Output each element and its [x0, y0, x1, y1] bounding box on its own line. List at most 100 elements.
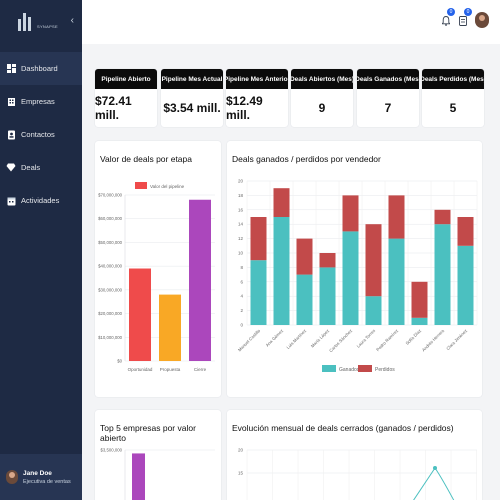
y-tick-label: 16: [238, 207, 244, 212]
y-tick-label: 15: [238, 471, 244, 476]
bar-ganados: [342, 231, 359, 325]
x-tick-label: Cierre: [194, 367, 207, 372]
kpi-value: $12.49 mill.: [226, 94, 263, 122]
bar-ganados: [296, 274, 313, 325]
dashboard-icon: [6, 64, 16, 74]
x-tick-label: Laura Torres: [356, 328, 377, 349]
legend-swatch: [135, 182, 147, 189]
x-tick-label: Pedro Ramírez: [375, 328, 399, 352]
bar-ganados: [388, 238, 405, 325]
bar-perdidos: [457, 217, 474, 246]
monthly-chart-card: Evolución mensual de deals cerrados (gan…: [227, 410, 482, 500]
y-tick-label: $20,000,000: [98, 311, 123, 316]
kpi-deals-ganados: Deals Ganados (Mes) 7: [357, 69, 419, 127]
x-tick-label: Propuesta: [160, 367, 181, 372]
kpi-value: 9: [318, 101, 326, 115]
bar-perdidos: [365, 224, 382, 297]
bar-perdidos: [342, 195, 359, 232]
bar-perdidos: [273, 188, 290, 217]
building-icon: [6, 97, 16, 107]
kpi-label: Deals Ganados (Mes): [357, 69, 419, 89]
collapse-sidebar-icon[interactable]: ‹: [71, 15, 74, 26]
bar-ganados: [434, 224, 451, 325]
bar-ganados: [250, 260, 267, 325]
legend-label-perdidos: Perdidos: [375, 367, 395, 373]
sidebar-item-label: Dashboard: [21, 64, 58, 73]
y-tick-label: $3,500,000: [100, 448, 122, 453]
y-tick-label: $40,000,000: [98, 264, 123, 269]
document-icon: [459, 16, 467, 26]
y-tick-label: 8: [240, 265, 243, 270]
y-tick-label: 12: [238, 236, 244, 241]
user-role: Ejecutiva de ventas: [23, 478, 71, 485]
kpi-pipeline-mes-anterior: Pipeline Mes Anterior $12.49 mill.: [226, 69, 288, 127]
y-tick-label: 10: [238, 251, 244, 256]
y-tick-label: $60,000,000: [98, 216, 123, 221]
x-tick-label: Manuel Castillo: [237, 328, 262, 353]
kpi-label: Pipeline Abierto: [95, 69, 157, 89]
kpi-deals-perdidos: Deals Perdidos (Mes) 5: [422, 69, 484, 127]
alerts-button[interactable]: 0: [459, 8, 472, 31]
sidebar-item-dashboard[interactable]: Dashboard: [0, 52, 82, 85]
x-tick-label: Andrés Herrera: [421, 328, 446, 353]
notifications-button[interactable]: 0: [441, 8, 455, 31]
legend-label-ganados: Ganados: [339, 367, 360, 373]
top-avatar[interactable]: [475, 12, 489, 28]
avatar: [6, 470, 18, 484]
x-tick-label: Luis Martínez: [285, 328, 307, 350]
kpi-label: Deals Perdidos (Mes): [422, 69, 484, 89]
bar-empresa-1: [132, 453, 145, 500]
bar-perdidos: [250, 217, 267, 261]
sidebar-item-empresas[interactable]: Empresas: [0, 85, 82, 118]
x-tick-label: Sofía Díaz: [404, 328, 422, 346]
seller-chart: 0 2 4 6 8 10 12 14 16 18 20 Manuel Castillo Ana Góme…: [237, 179, 478, 373]
bar-perdidos: [434, 209, 451, 225]
x-tick-label: Carlos Sánchez: [328, 328, 353, 353]
y-tick-label: 14: [238, 222, 244, 227]
kpi-label: Pipeline Mes Anterior: [226, 69, 288, 89]
calendar-icon: [6, 196, 16, 206]
y-tick-label: $0: [117, 359, 122, 364]
x-tick-label: Oportunidad: [128, 367, 153, 372]
diamond-icon: [6, 163, 16, 173]
bar-perdidos: [411, 281, 428, 318]
y-tick-label: $30,000,000: [98, 287, 123, 292]
y-tick-label: 20: [238, 448, 244, 453]
sidebar-item-deals[interactable]: Deals: [0, 151, 82, 184]
kpi-value: $72.41 mill.: [95, 94, 132, 122]
kpi-value: 7: [384, 101, 392, 115]
x-tick-label: María López: [310, 328, 330, 348]
contact-card-icon: [6, 130, 16, 140]
bar-propuesta: [159, 294, 181, 361]
kpi-label: Pipeline Mes Actual: [161, 69, 223, 89]
sidebar-item-actividades[interactable]: Actividades: [0, 184, 82, 217]
brand-logo-icon: [18, 13, 34, 31]
y-tick-label: $10,000,000: [98, 335, 123, 340]
y-tick-label: 18: [238, 193, 244, 198]
bar-ganados: [365, 296, 382, 325]
legend-swatch-perdidos: [358, 365, 372, 372]
y-tick-label: $70,000,000: [98, 193, 123, 198]
y-tick-label: 20: [238, 179, 244, 184]
x-tick-label: Clara Jiménez: [445, 328, 468, 351]
bar-cierre: [189, 199, 211, 361]
y-tick-label: 0: [240, 323, 243, 328]
stage-chart-card: Valor de deals por etapa Valor del pipel…: [95, 141, 221, 397]
y-tick-label: 4: [240, 294, 243, 299]
user-name: Jane Doe: [23, 469, 52, 477]
user-profile[interactable]: Jane Doe Ejecutiva de ventas: [0, 454, 82, 500]
stage-chart: Valor del pipeline $0 $10,000,000 $20,000,0…: [98, 182, 215, 372]
alerts-badge: 0: [464, 8, 472, 16]
y-tick-label: 6: [240, 279, 243, 284]
bell-icon: [441, 16, 451, 26]
sidebar-nav: Dashboard Empresas Contactos Deals Activ…: [0, 52, 82, 217]
sidebar-item-label: Contactos: [21, 130, 55, 139]
bar-perdidos: [296, 238, 313, 275]
bar-ganados: [457, 245, 474, 325]
kpi-value: 5: [449, 101, 457, 115]
sidebar-item-contactos[interactable]: Contactos: [0, 118, 82, 151]
kpi-label: Deals Abiertos (Mes): [291, 69, 353, 89]
kpi-pipeline-abierto: Pipeline Abierto $72.41 mill.: [95, 69, 157, 127]
sidebar: SYNAPSE ‹ Dashboard Empresas Contactos D: [0, 0, 82, 500]
brand-name: SYNAPSE: [37, 23, 58, 29]
